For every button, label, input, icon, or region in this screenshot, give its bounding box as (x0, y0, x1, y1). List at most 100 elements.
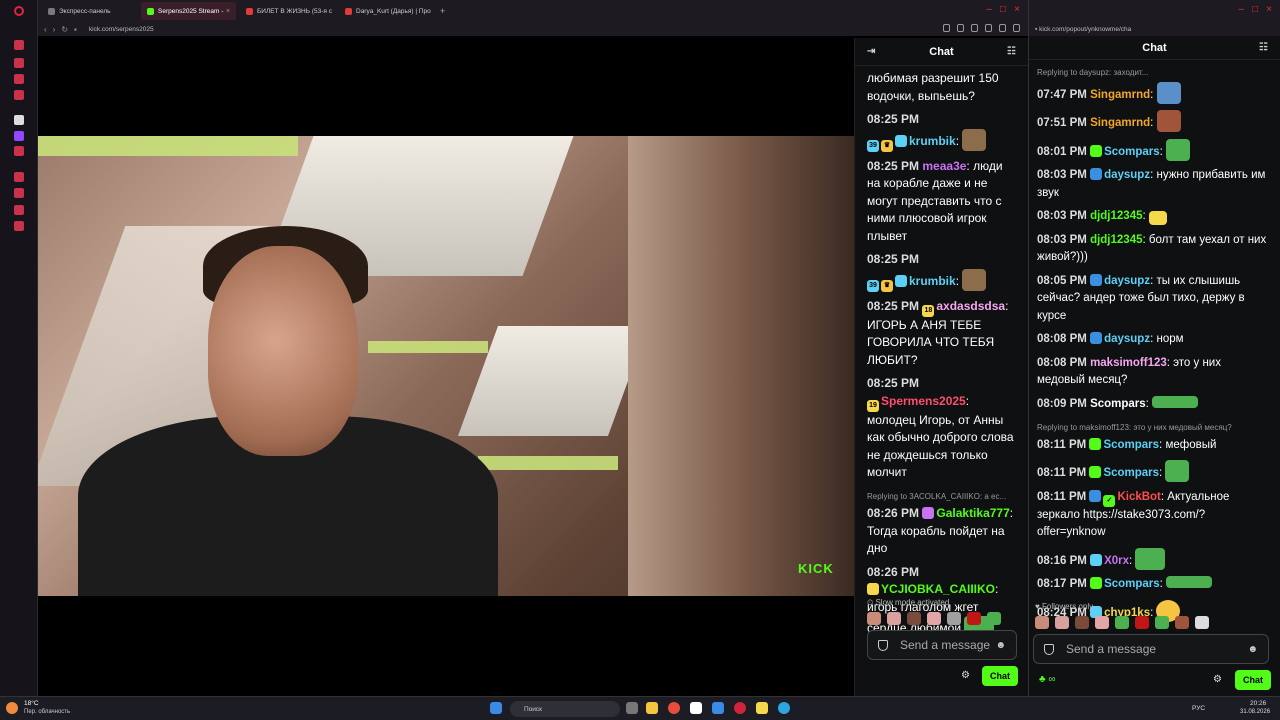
emote-icon[interactable] (1135, 616, 1149, 629)
weather-icon[interactable] (6, 702, 18, 714)
username[interactable]: Singamrnd (1090, 117, 1150, 129)
app-icon[interactable] (756, 702, 768, 714)
reply-context[interactable]: Replying to daysupz: заходит... (1037, 64, 1272, 82)
emote-icon[interactable] (967, 612, 981, 625)
username[interactable]: daysupz (1104, 333, 1150, 345)
emote-icon[interactable] (1195, 616, 1209, 629)
sidebar-icon-1[interactable] (14, 40, 24, 50)
maximize-icon[interactable]: □ (1252, 4, 1258, 15)
snapshot-icon[interactable] (971, 24, 978, 32)
users-icon[interactable]: ☷ (1259, 42, 1268, 53)
telegram-icon[interactable] (778, 702, 790, 714)
language-indicator[interactable]: РУС (1192, 705, 1205, 712)
username[interactable]: krumbik (909, 134, 956, 148)
minimize-icon[interactable]: – (1238, 4, 1244, 15)
chat-message-input[interactable]: Send a message ☻ (867, 630, 1017, 660)
sidebar-icon-4[interactable] (14, 90, 24, 100)
clock-date[interactable]: 31.08.2026 (1240, 709, 1270, 715)
app-icon[interactable] (712, 702, 724, 714)
emote-icon[interactable] (1035, 616, 1049, 629)
twitch-icon[interactable] (14, 131, 24, 141)
username[interactable]: Scompars (1104, 578, 1160, 590)
username[interactable]: djdj12345 (1090, 210, 1142, 222)
emote-icon[interactable] (1075, 616, 1089, 629)
tab-speed-dial[interactable]: Экспресс-панель (42, 2, 137, 20)
heart-icon[interactable] (999, 24, 1006, 32)
username[interactable]: Scompars (1103, 467, 1159, 479)
sidebar-icon-7[interactable] (14, 205, 24, 215)
x-icon[interactable] (14, 146, 24, 156)
url-field[interactable]: kick.com/serpens2025 (89, 26, 154, 33)
start-icon[interactable] (490, 702, 502, 714)
username[interactable]: Spermens2025 (881, 394, 966, 408)
task-view-icon[interactable] (626, 702, 638, 714)
emote-icon[interactable] (1055, 616, 1069, 629)
emoji-icon[interactable]: ☻ (995, 640, 1006, 651)
emote-icon[interactable] (1155, 616, 1169, 629)
close-window-icon[interactable]: × (1014, 4, 1020, 15)
username[interactable]: Scompars (1103, 439, 1159, 451)
url-field[interactable]: kick.com/popout/ynknowme/cha (1039, 26, 1131, 33)
collapse-chat-icon[interactable]: ⇥ (867, 46, 875, 57)
sidebar-icon-5[interactable] (14, 115, 24, 125)
tab-bilet[interactable]: БИЛЕТ В ЖИЗНЬ (53-я с (240, 2, 335, 20)
reply-context[interactable]: Replying to 3ACOLKA_CAIIIKO: а ес... (867, 488, 1016, 506)
chat-send-button[interactable]: Chat (1235, 670, 1271, 690)
emote-icon[interactable] (927, 612, 941, 625)
new-tab-icon[interactable]: + (440, 6, 445, 16)
minimize-icon[interactable]: – (986, 4, 992, 15)
username[interactable]: Scompars (1104, 146, 1160, 158)
emote-icon[interactable] (1115, 616, 1129, 629)
gear-icon[interactable]: ⚙ (961, 670, 970, 681)
close-window-icon[interactable]: × (1266, 4, 1272, 15)
forward-icon[interactable]: › (53, 25, 56, 34)
username[interactable]: X0rx (1104, 555, 1129, 567)
settings-icon[interactable] (14, 221, 24, 231)
chat-send-button[interactable]: Chat (982, 666, 1018, 686)
back-icon[interactable]: ‹ (44, 25, 47, 34)
username[interactable]: krumbik (909, 274, 956, 288)
opera-logo-icon[interactable] (14, 6, 24, 16)
username[interactable]: meaa3e (922, 159, 966, 173)
reply-context[interactable]: Replying to maksimoff123: это у них медо… (1037, 419, 1272, 437)
menu-icon[interactable] (1013, 24, 1020, 32)
bookmark-icon[interactable] (957, 24, 964, 32)
reload-icon[interactable]: ↻ (61, 25, 68, 34)
opera-icon[interactable] (734, 702, 746, 714)
emote-icon[interactable] (1175, 616, 1189, 629)
username[interactable]: Singamrnd (1090, 89, 1150, 101)
extensions-icon[interactable] (985, 24, 992, 32)
users-icon[interactable]: ☷ (1007, 46, 1016, 57)
username[interactable]: daysupz (1104, 169, 1150, 181)
username[interactable]: djdj12345 (1090, 234, 1142, 246)
username[interactable]: axdasdsdsa (936, 299, 1005, 313)
emote-icon[interactable] (947, 612, 961, 625)
chat-message-input[interactable]: Send a message ☻ (1033, 634, 1269, 664)
username[interactable]: YCJIOBKA_CAIIIKO (881, 582, 995, 596)
username[interactable]: Scompars (1090, 398, 1146, 410)
history-icon[interactable] (14, 188, 24, 198)
emote-icon[interactable] (867, 612, 881, 625)
sidebar-icon-2[interactable] (14, 58, 24, 68)
chrome-icon[interactable] (668, 702, 680, 714)
tab-darya[interactable]: Darya_Kurt (Дарья) | Про (339, 2, 434, 20)
username[interactable]: KickBot (1117, 491, 1160, 503)
tab-kick-stream[interactable]: Serpens2025 Stream - × (141, 2, 236, 20)
close-tab-icon[interactable]: × (226, 8, 230, 15)
emote-icon[interactable] (987, 612, 1001, 625)
emote-icon[interactable] (907, 612, 921, 625)
zoom-icon[interactable] (943, 24, 950, 32)
taskbar-search[interactable]: Поиск (510, 701, 620, 717)
sidebar-icon-3[interactable] (14, 74, 24, 84)
clock-time[interactable]: 20:26 (1250, 700, 1266, 707)
username[interactable]: daysupz (1104, 275, 1150, 287)
sidebar-icon-6[interactable] (14, 172, 24, 182)
yandex-icon[interactable] (690, 702, 702, 714)
emoji-icon[interactable]: ☻ (1247, 644, 1258, 655)
username[interactable]: maksimoff123 (1090, 357, 1167, 369)
emote-icon[interactable] (887, 612, 901, 625)
gear-icon[interactable]: ⚙ (1213, 674, 1222, 685)
maximize-icon[interactable]: □ (1000, 4, 1006, 15)
explorer-icon[interactable] (646, 702, 658, 714)
username[interactable]: Galaktika777 (936, 506, 1009, 520)
